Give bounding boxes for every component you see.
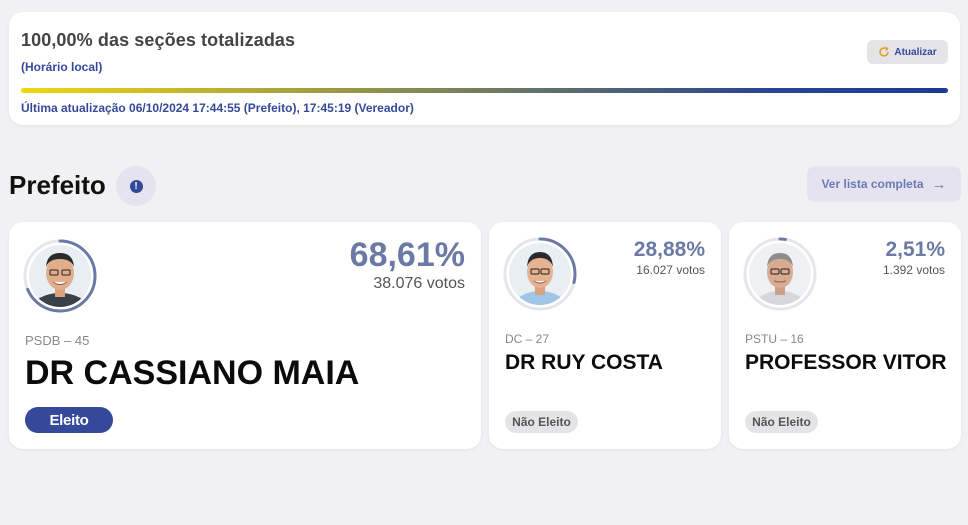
arrow-right-icon: → xyxy=(931,175,947,193)
full-list-label: Ver lista completa xyxy=(821,177,924,191)
avatar xyxy=(503,237,577,311)
candidate-name: DR CASSIANO MAIA xyxy=(25,354,360,392)
avatar xyxy=(743,237,817,311)
candidate-card-1[interactable]: 68,61% 38.076 votos PSDB – 45 DR CASSIAN… xyxy=(9,222,481,449)
totalization-progress-bar xyxy=(21,88,948,93)
candidate-votes: 1.392 votos xyxy=(882,263,945,277)
info-button[interactable]: ! xyxy=(116,166,156,206)
not-elected-badge: Não Eleito xyxy=(745,411,818,433)
last-update-text: Última atualização 06/10/2024 17:44:55 (… xyxy=(21,101,414,115)
totalization-status-card: 100,00% das seções totalizadas (Horário … xyxy=(9,12,960,125)
avatar xyxy=(21,237,99,315)
exclamation-icon: ! xyxy=(129,179,143,193)
candidate-card-2[interactable]: 28,88% 16.027 votos DC – 27 DR RUY COSTA… xyxy=(489,222,721,449)
section-title: Prefeito xyxy=(9,170,106,200)
candidate-party: PSDB – 45 xyxy=(25,333,90,348)
candidate-party: DC – 27 xyxy=(505,332,550,346)
candidate-name: DR RUY COSTA xyxy=(505,351,663,374)
candidate-votes: 16.027 votos xyxy=(636,263,705,277)
candidate-percent: 68,61% xyxy=(349,236,465,274)
candidate-party: PSTU – 16 xyxy=(745,332,804,346)
candidate-percent: 2,51% xyxy=(885,238,945,261)
not-elected-badge: Não Eleito xyxy=(505,411,578,433)
candidate-percent: 28,88% xyxy=(633,238,705,261)
candidate-votes: 38.076 votos xyxy=(373,275,465,292)
full-list-button[interactable]: Ver lista completa → xyxy=(807,166,961,202)
refresh-button[interactable]: Atualizar xyxy=(867,40,948,64)
totalization-title: 100,00% das seções totalizadas xyxy=(21,30,296,50)
elected-badge: Eleito xyxy=(25,407,113,433)
candidate-name: PROFESSOR VITOR xyxy=(745,351,947,374)
candidate-card-3[interactable]: 2,51% 1.392 votos PSTU – 16 PROFESSOR VI… xyxy=(729,222,961,449)
local-time-note: (Horário local) xyxy=(21,60,103,74)
refresh-icon xyxy=(878,46,890,58)
refresh-button-label: Atualizar xyxy=(894,46,937,58)
